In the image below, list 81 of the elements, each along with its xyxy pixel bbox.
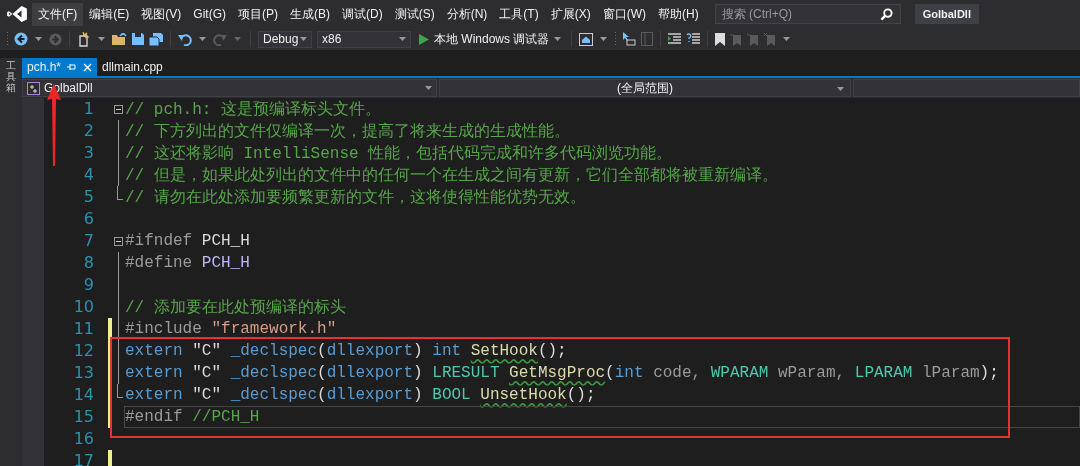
line-number: 17 (72, 450, 94, 466)
play-icon (419, 33, 429, 45)
new-item-icon[interactable] (77, 31, 91, 47)
code-line: // pch.h: 这是预编译标头文件。 (125, 99, 381, 120)
menu-item[interactable]: 测试(S) (388, 2, 441, 26)
code-line: // 下方列出的文件仅编译一次，提高了将来生成的生成性能。 (125, 121, 570, 142)
code-line: #endif //PCH_H (125, 408, 260, 426)
menu-item[interactable]: 编辑(E) (83, 2, 136, 26)
menu-item[interactable]: 帮助(H) (652, 2, 705, 26)
menu-item[interactable]: 调试(D) (336, 2, 389, 26)
caret-icon (300, 37, 307, 41)
line-number: 6 (82, 208, 94, 230)
pointer-icon[interactable] (622, 32, 637, 46)
line-number: 14 (72, 384, 94, 406)
menu-item[interactable]: 工具(T) (493, 2, 545, 26)
indent-icon[interactable] (668, 33, 682, 45)
caret-icon[interactable] (600, 37, 608, 41)
back-icon[interactable] (14, 32, 28, 46)
code-line: #include "framework.h" (125, 320, 337, 338)
code-line: extern "C" _declspec(dllexport) LRESULT GetMsgProc(int code, WPARAM wParam, LPARAM lParam); (125, 364, 999, 382)
code-line: // 添加要在此处预编译的标头 (125, 297, 346, 318)
solution-name: GolbalDll (914, 4, 979, 24)
menu-item[interactable]: 窗口(W) (596, 2, 652, 26)
menu-item[interactable]: 分析(N) (440, 2, 494, 26)
line-number: 10 (72, 296, 94, 318)
configuration-dropdown[interactable]: Debug (258, 30, 312, 48)
line-number: 4 (82, 164, 94, 186)
logo-icon (6, 5, 28, 23)
code-line: // 这还将影响 IntelliSense 性能，包括代码完成和许多代码浏览功能。 (125, 143, 673, 164)
menu-item[interactable]: 扩展(X) (544, 2, 597, 26)
code-line: extern "C" _declspec(dllexport) int SetHook(); (125, 342, 567, 360)
caret-icon[interactable] (98, 37, 105, 41)
line-number: 3 (82, 142, 94, 164)
caret-icon (554, 37, 562, 41)
collapse-icon[interactable] (113, 104, 123, 114)
browser-icon[interactable] (579, 32, 594, 46)
menu-item[interactable]: 生成(B) (284, 2, 336, 26)
line-number: 8 (82, 252, 94, 274)
project-icon (27, 81, 40, 95)
caret-icon[interactable] (234, 37, 241, 41)
line-number: 7 (82, 230, 94, 252)
menu-item[interactable]: 项目(P) (232, 2, 284, 26)
search-field[interactable]: 搜索 (Ctrl+Q) (714, 4, 901, 24)
code-line: #ifndef PCH_H (125, 232, 250, 250)
code-line: #define PCH_H (125, 254, 250, 272)
caret-icon (837, 87, 844, 91)
save-icon[interactable] (132, 33, 144, 45)
save-all-icon[interactable] (149, 32, 163, 46)
platform-dropdown[interactable]: x86 (317, 30, 411, 48)
folder-icon[interactable] (112, 32, 127, 46)
line-number: 12 (72, 340, 94, 362)
help-list-icon[interactable] (686, 33, 701, 45)
collapse-icon[interactable] (113, 236, 123, 246)
undo-icon[interactable] (178, 32, 192, 46)
close-icon[interactable] (83, 62, 93, 72)
pin-icon[interactable] (67, 63, 78, 71)
caret-icon (399, 37, 406, 41)
caret-icon[interactable] (783, 37, 791, 41)
line-number: 2 (82, 120, 94, 142)
caret-icon[interactable] (199, 37, 206, 41)
file-tab[interactable]: dllmain.cpp (97, 58, 168, 76)
bookmark-icon[interactable] (715, 32, 726, 46)
code-line: extern "C" _declspec(dllexport) BOOL UnsetHook(); (125, 386, 596, 404)
line-number: 16 (72, 428, 94, 450)
file-tab[interactable]: pch.h* (22, 58, 98, 76)
menu-item[interactable]: 视图(V) (135, 2, 188, 26)
line-number: 13 (72, 362, 94, 384)
line-number: 5 (82, 186, 94, 208)
line-number: 1 (82, 98, 94, 120)
code-line: // 请勿在此处添加要频繁更新的文件，这将使得性能优势无效。 (125, 187, 586, 208)
line-number: 9 (82, 274, 94, 296)
menu-item[interactable]: Git(G) (187, 4, 232, 24)
caret-icon (425, 86, 432, 90)
line-number: 11 (72, 318, 94, 340)
search-icon (879, 8, 893, 21)
caret-icon[interactable] (35, 37, 42, 41)
code-line: // 但是，如果此处列出的文件中的任何一个在生成之间有更新，它们全部都将被重新编译。 (125, 165, 778, 186)
menu-item[interactable]: 文件(F) (32, 2, 84, 26)
scope-dropdown[interactable]: (全局范围) (439, 79, 851, 97)
line-number: 15 (72, 406, 94, 428)
run-button[interactable]: 本地 Windows 调试器 (416, 30, 565, 48)
